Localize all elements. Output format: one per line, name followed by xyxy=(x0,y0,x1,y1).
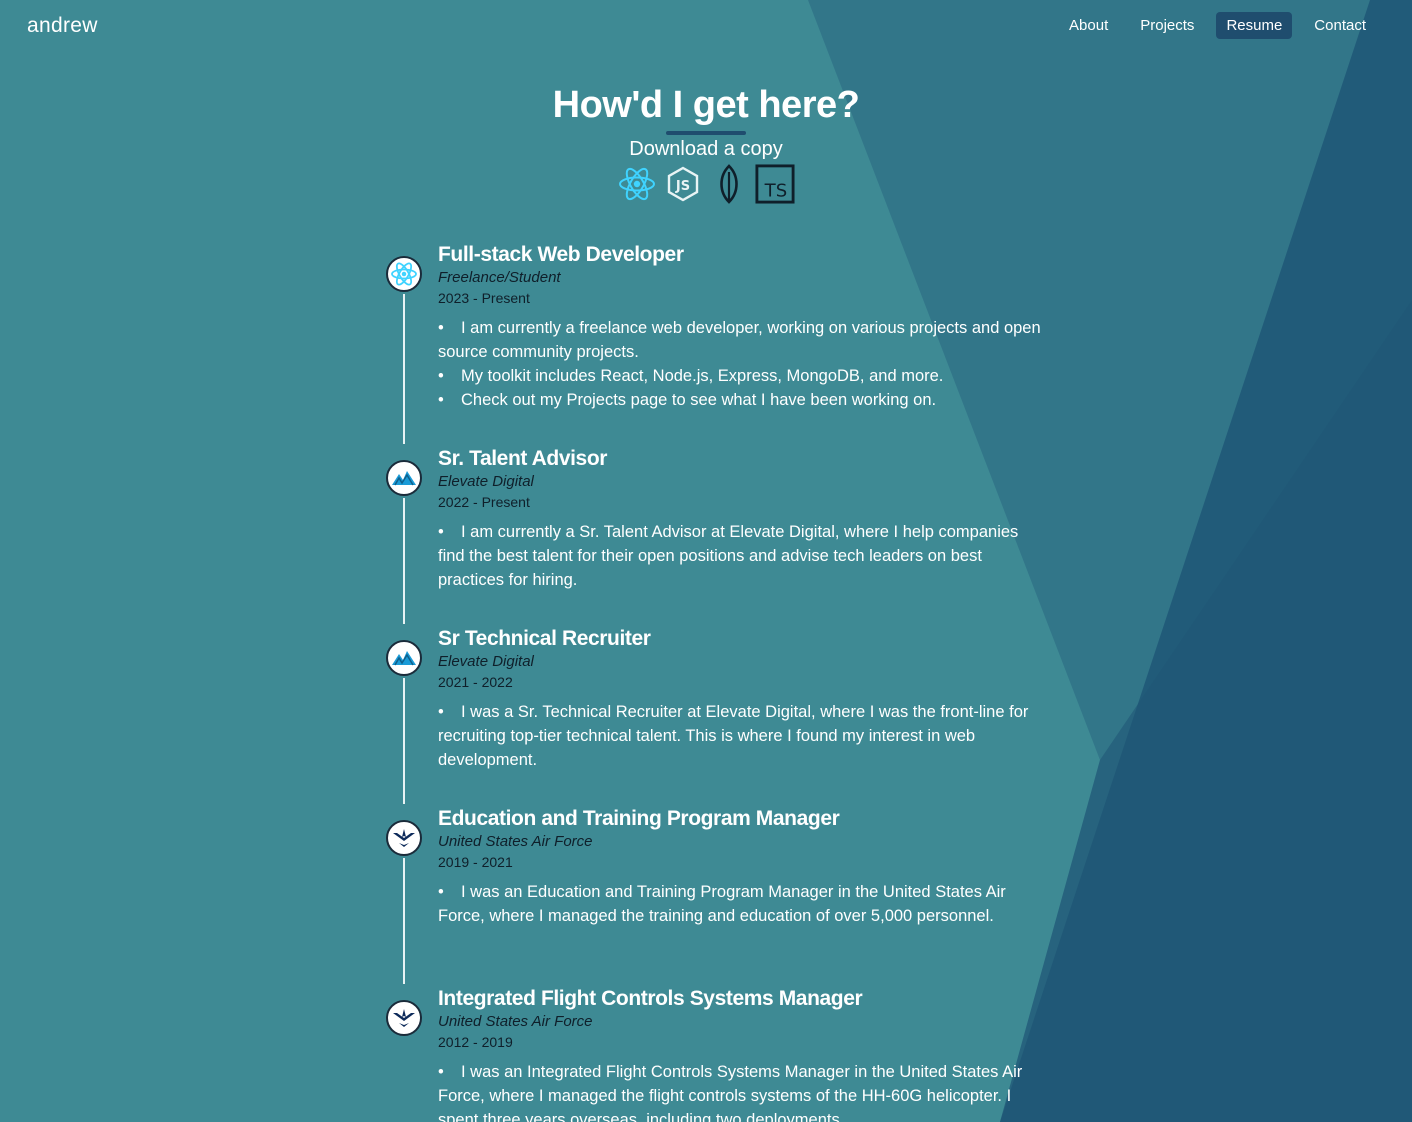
job-title: Full-stack Web Developer xyxy=(438,243,684,266)
hero: How'd I get here? Download a copy JS TS xyxy=(0,84,1412,204)
timeline-entry: Integrated Flight Controls Systems Manag… xyxy=(386,986,1046,1122)
nav-resume[interactable]: Resume xyxy=(1216,12,1293,39)
job-bullet: I was a Sr. Technical Recruiter at Eleva… xyxy=(415,700,1046,772)
air-force-icon xyxy=(386,820,422,856)
job-bullet: I am currently a Sr. Talent Advisor at E… xyxy=(415,520,1046,592)
page-title: How'd I get here? xyxy=(552,84,860,126)
job-bullet: Check out my Projects page to see what I… xyxy=(438,388,1046,412)
elevate-digital-icon xyxy=(386,460,422,496)
nav-projects[interactable]: Projects xyxy=(1130,12,1204,39)
timeline-entry: Sr. Talent Advisor Elevate Digital 2022 … xyxy=(386,446,1046,626)
job-bullets: I was an Integrated Flight Controls Syst… xyxy=(415,1060,1046,1122)
job-title: Education and Training Program Manager xyxy=(438,807,840,830)
job-dates: 2021 - 2022 xyxy=(438,674,513,690)
timeline-entry: Sr Technical Recruiter Elevate Digital 2… xyxy=(386,626,1046,806)
typescript-icon: TS xyxy=(755,164,795,204)
timeline-connector xyxy=(403,498,405,624)
timeline-entry: Full-stack Web Developer Freelance/Stude… xyxy=(386,242,1046,446)
svg-text:JS: JS xyxy=(675,179,690,194)
job-bullet: I was an Education and Training Program … xyxy=(415,880,1046,928)
tech-icons: JS TS xyxy=(0,164,1412,204)
job-bullets: I am currently a freelance web developer… xyxy=(415,316,1046,412)
job-bullet: I am currently a freelance web developer… xyxy=(415,316,1046,364)
download-resume-link[interactable]: Download a copy xyxy=(629,138,782,161)
timeline-connector xyxy=(403,678,405,804)
timeline-connector xyxy=(403,294,405,444)
timeline-connector xyxy=(403,858,405,984)
nav-contact[interactable]: Contact xyxy=(1304,12,1376,39)
timeline-entry: Education and Training Program Manager U… xyxy=(386,806,1046,986)
nodejs-icon: JS xyxy=(663,164,703,204)
elevate-digital-icon xyxy=(386,640,422,676)
main-nav: About Projects Resume Contact xyxy=(1059,12,1376,39)
job-company: Elevate Digital xyxy=(438,653,534,670)
job-company: Elevate Digital xyxy=(438,473,534,490)
job-bullet: I was an Integrated Flight Controls Syst… xyxy=(415,1060,1046,1122)
job-title: Sr Technical Recruiter xyxy=(438,627,651,650)
job-bullets: I am currently a Sr. Talent Advisor at E… xyxy=(415,520,1046,592)
job-company: United States Air Force xyxy=(438,833,593,850)
job-bullets: I was a Sr. Technical Recruiter at Eleva… xyxy=(415,700,1046,772)
resume-timeline: Full-stack Web Developer Freelance/Stude… xyxy=(386,242,1046,1122)
job-bullets: I was an Education and Training Program … xyxy=(415,880,1046,928)
nav-about[interactable]: About xyxy=(1059,12,1118,39)
job-dates: 2022 - Present xyxy=(438,494,530,510)
job-company: Freelance/Student xyxy=(438,269,561,286)
react-icon xyxy=(386,256,422,292)
svg-text:TS: TS xyxy=(764,180,788,201)
brand-logo[interactable]: andrew xyxy=(27,14,98,38)
job-dates: 2012 - 2019 xyxy=(438,1034,513,1050)
job-title: Integrated Flight Controls Systems Manag… xyxy=(438,987,863,1010)
job-dates: 2019 - 2021 xyxy=(438,854,513,870)
job-title: Sr. Talent Advisor xyxy=(438,447,608,470)
mongodb-icon xyxy=(709,164,749,204)
job-bullet: My toolkit includes React, Node.js, Expr… xyxy=(438,364,1046,388)
job-dates: 2023 - Present xyxy=(438,290,530,306)
title-underline xyxy=(666,131,746,135)
react-icon xyxy=(617,164,657,204)
job-company: United States Air Force xyxy=(438,1013,593,1030)
air-force-icon xyxy=(386,1000,422,1036)
